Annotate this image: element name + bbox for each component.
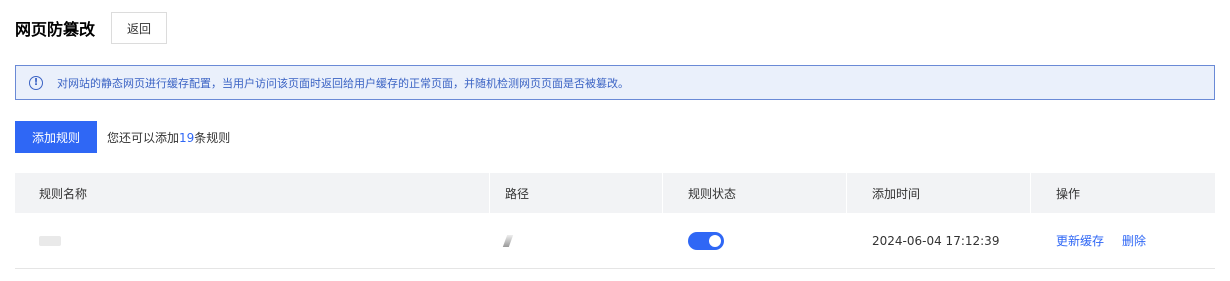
table-header: 规则名称 路径 规则状态 添加时间 操作 — [15, 173, 1215, 213]
table-row: 2024-06-04 17:12:39 更新缓存 删除 — [15, 213, 1215, 269]
info-icon: ! — [29, 75, 43, 90]
rules-table: 规则名称 路径 规则状态 添加时间 操作 2024-06-04 17:12:39… — [15, 173, 1215, 269]
redacted-rule-path — [502, 234, 514, 247]
column-header-operations: 操作 — [1056, 186, 1081, 201]
column-header-name: 规则名称 — [15, 173, 490, 213]
action-bar: 添加规则 您还可以添加19条规则 — [15, 121, 230, 153]
rule-operations-cell: 更新缓存 删除 — [1031, 213, 1215, 268]
rule-quota-hint: 您还可以添加19条规则 — [107, 129, 230, 146]
rule-status-toggle[interactable] — [688, 231, 724, 250]
page-title: 网页防篡改 — [15, 20, 96, 39]
rule-quota-prefix: 您还可以添加 — [107, 130, 180, 145]
add-rule-button[interactable]: 添加规则 — [15, 121, 97, 153]
rule-path-cell — [490, 213, 663, 268]
rule-quota-suffix: 条规则 — [194, 130, 231, 145]
back-button[interactable]: 返回 — [111, 12, 168, 44]
info-notice: ! 对网站的静态网页进行缓存配置，当用户访问该页面时返回给用户缓存的正常页面，并… — [15, 65, 1215, 100]
delete-link[interactable]: 删除 — [1122, 232, 1146, 249]
rule-quota-count: 19 — [179, 130, 195, 145]
notice-text: 对网站的静态网页进行缓存配置，当用户访问该页面时返回给用户缓存的正常页面，并随机… — [57, 76, 629, 90]
column-header-status: 规则状态 — [663, 173, 847, 213]
rule-added-time: 2024-06-04 17:12:39 — [872, 233, 1000, 248]
column-header-path: 路径 — [490, 173, 663, 213]
rule-status-cell — [663, 213, 847, 268]
update-cache-link[interactable]: 更新缓存 — [1056, 232, 1104, 249]
column-header-added-time: 添加时间 — [847, 173, 1031, 213]
toggle-knob — [709, 234, 721, 247]
page-header: 网页防篡改 返回 — [15, 11, 168, 45]
redacted-rule-name — [39, 235, 61, 246]
rule-name-cell — [15, 213, 490, 268]
